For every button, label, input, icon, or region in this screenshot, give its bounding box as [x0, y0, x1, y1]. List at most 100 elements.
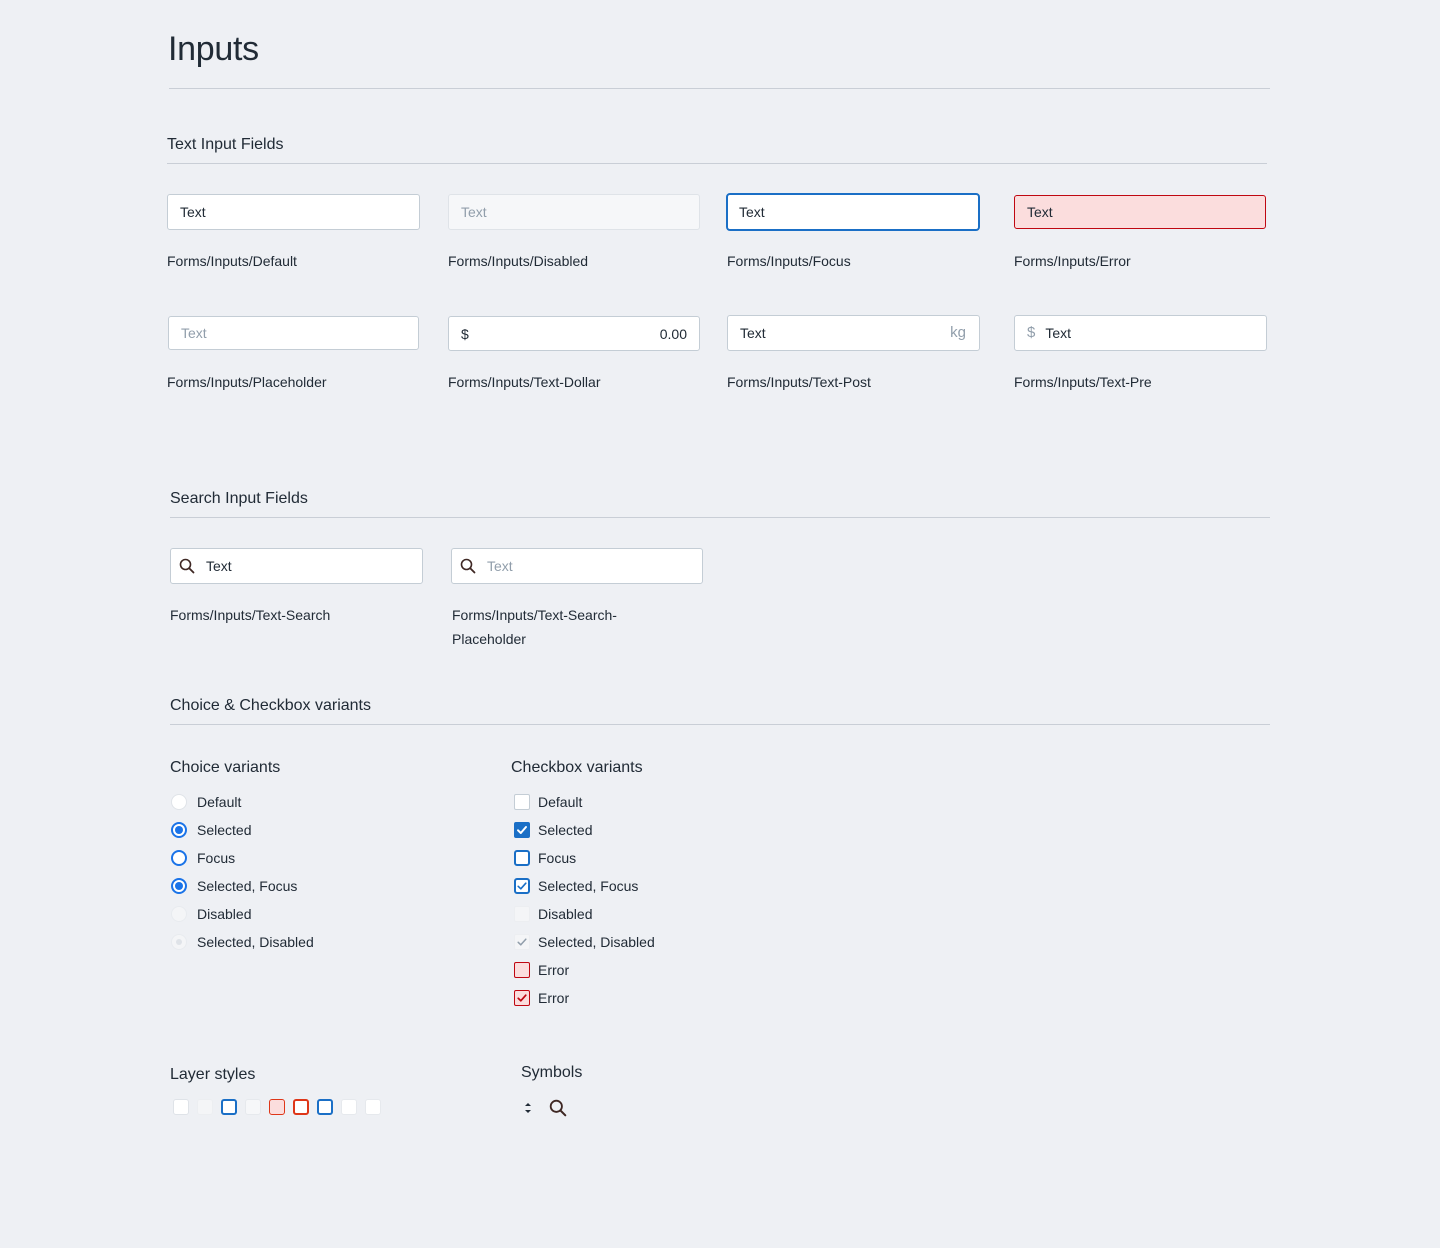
checkbox-variants-title: Checkbox variants — [511, 759, 643, 776]
checkbox-label: Selected — [538, 822, 593, 838]
section-divider — [167, 163, 1267, 164]
section-title-text-inputs: Text Input Fields — [167, 136, 284, 153]
checkmark-icon — [517, 882, 527, 890]
caption-text-post: Forms/Inputs/Text-Post — [727, 374, 871, 390]
checkbox-disabled: Disabled — [514, 904, 592, 924]
search-icon — [460, 558, 476, 574]
choice-label: Focus — [197, 850, 236, 866]
choice-selected[interactable]: Selected — [171, 820, 251, 840]
input-placeholder: Text — [181, 325, 207, 341]
input-value: 0.00 — [659, 325, 687, 342]
caption-line: Forms/Inputs/Text-Search- — [452, 607, 617, 623]
radio-selected-disabled — [171, 934, 187, 950]
checkbox-label: Selected, Disabled — [538, 934, 655, 950]
caption-placeholder: Forms/Inputs/Placeholder — [167, 374, 327, 390]
checkbox-selected-box[interactable] — [514, 822, 530, 838]
layer-style-disabled — [197, 1099, 213, 1115]
text-input-focus[interactable]: Text — [726, 193, 980, 231]
layer-style-light — [341, 1099, 357, 1115]
checkbox-selected-focus-box[interactable] — [514, 878, 530, 894]
checkbox-error-box[interactable] — [514, 962, 530, 978]
caption-line: Placeholder — [452, 631, 526, 647]
text-input-dollar[interactable]: $ 0.00 — [448, 316, 700, 351]
title-divider — [169, 88, 1270, 89]
search-icon — [179, 558, 195, 574]
checkbox-label: Selected, Focus — [538, 878, 639, 894]
input-placeholder: Text — [487, 558, 513, 574]
choice-label: Selected, Focus — [197, 878, 298, 894]
checkbox-label: Default — [538, 794, 583, 810]
choice-focus[interactable]: Focus — [171, 848, 235, 868]
input-value: Text — [1045, 325, 1072, 341]
layer-style-default — [173, 1099, 189, 1115]
section-title-search-inputs: Search Input Fields — [170, 490, 308, 507]
input-value: Text — [206, 558, 232, 574]
text-input-pre[interactable]: $ Text — [1014, 315, 1267, 351]
caption-text-pre: Forms/Inputs/Text-Pre — [1014, 374, 1152, 390]
text-input-default[interactable]: Text — [167, 194, 420, 230]
radio-default[interactable] — [171, 794, 187, 810]
symbols-title: Symbols — [521, 1064, 583, 1081]
radio-focus[interactable] — [171, 850, 187, 866]
text-input-error[interactable]: Text — [1014, 195, 1266, 229]
checkbox-label: Error — [538, 962, 570, 978]
input-value: Text — [180, 204, 206, 220]
checkmark-icon — [517, 994, 527, 1002]
search-input-placeholder[interactable]: Text — [451, 548, 703, 584]
caption-disabled: Forms/Inputs/Disabled — [448, 253, 589, 269]
layer-style-plain — [365, 1099, 381, 1115]
checkbox-error-selected[interactable]: Error — [514, 988, 569, 1008]
caption-focus: Forms/Inputs/Focus — [727, 253, 851, 269]
input-placeholder: Text — [461, 204, 487, 220]
checkmark-icon — [517, 826, 527, 834]
checkbox-focus-box[interactable] — [514, 850, 530, 866]
section-title-choice-checkbox: Choice & Checkbox variants — [170, 697, 371, 714]
choice-label: Default — [197, 794, 242, 810]
checkbox-selected-focus[interactable]: Selected, Focus — [514, 876, 638, 896]
input-value: Text — [740, 325, 766, 341]
checkbox-error[interactable]: Error — [514, 960, 569, 980]
caption-text-search: Forms/Inputs/Text-Search — [170, 607, 331, 623]
choice-disabled: Disabled — [171, 904, 251, 924]
checkbox-selected[interactable]: Selected — [514, 820, 592, 840]
checkbox-label: Error — [538, 990, 570, 1006]
choice-variants-title: Choice variants — [170, 759, 281, 776]
checkmark-icon — [517, 938, 527, 946]
text-input-post[interactable]: Text kg — [727, 315, 980, 351]
radio-selected-focus[interactable] — [171, 878, 187, 894]
text-input-placeholder[interactable]: Text — [168, 316, 419, 350]
caption-text-dollar: Forms/Inputs/Text-Dollar — [448, 374, 601, 390]
checkbox-default-box[interactable] — [514, 794, 530, 810]
radio-selected[interactable] — [171, 822, 187, 838]
choice-selected-focus[interactable]: Selected, Focus — [171, 876, 297, 896]
page-title: Inputs — [168, 30, 259, 68]
input-value: Text — [1027, 204, 1053, 220]
layer-styles-swatches — [173, 1099, 381, 1115]
caption-text-search-placeholder: Forms/Inputs/Text-Search- Placeholder — [452, 603, 617, 651]
checkbox-error-selected-box[interactable] — [514, 990, 530, 1006]
select-arrows-icon — [525, 1103, 531, 1113]
section-divider — [170, 724, 1270, 725]
radio-disabled — [171, 906, 187, 922]
choice-label: Selected, Disabled — [197, 934, 314, 950]
unit-suffix: kg — [950, 324, 966, 341]
search-input[interactable]: Text — [170, 548, 423, 584]
choice-label: Selected — [197, 822, 252, 838]
checkbox-focus[interactable]: Focus — [514, 848, 576, 868]
search-icon — [549, 1099, 567, 1117]
choice-default[interactable]: Default — [171, 792, 241, 812]
choice-selected-disabled: Selected, Disabled — [171, 932, 314, 952]
checkbox-default[interactable]: Default — [514, 792, 582, 812]
choice-label: Disabled — [197, 906, 252, 922]
layer-styles-title: Layer styles — [170, 1066, 256, 1083]
checkbox-selected-disabled: Selected, Disabled — [514, 932, 655, 952]
checkbox-selected-disabled-box — [514, 934, 530, 950]
dollar-prefix: $ — [461, 325, 469, 342]
layer-style-error-fill — [269, 1099, 285, 1115]
section-divider — [170, 517, 1270, 518]
checkbox-disabled-box — [514, 906, 530, 922]
layer-style-focus — [221, 1099, 237, 1115]
input-value: Text — [739, 204, 765, 220]
caption-default: Forms/Inputs/Default — [167, 253, 297, 269]
layer-style-error-focus — [293, 1099, 309, 1115]
